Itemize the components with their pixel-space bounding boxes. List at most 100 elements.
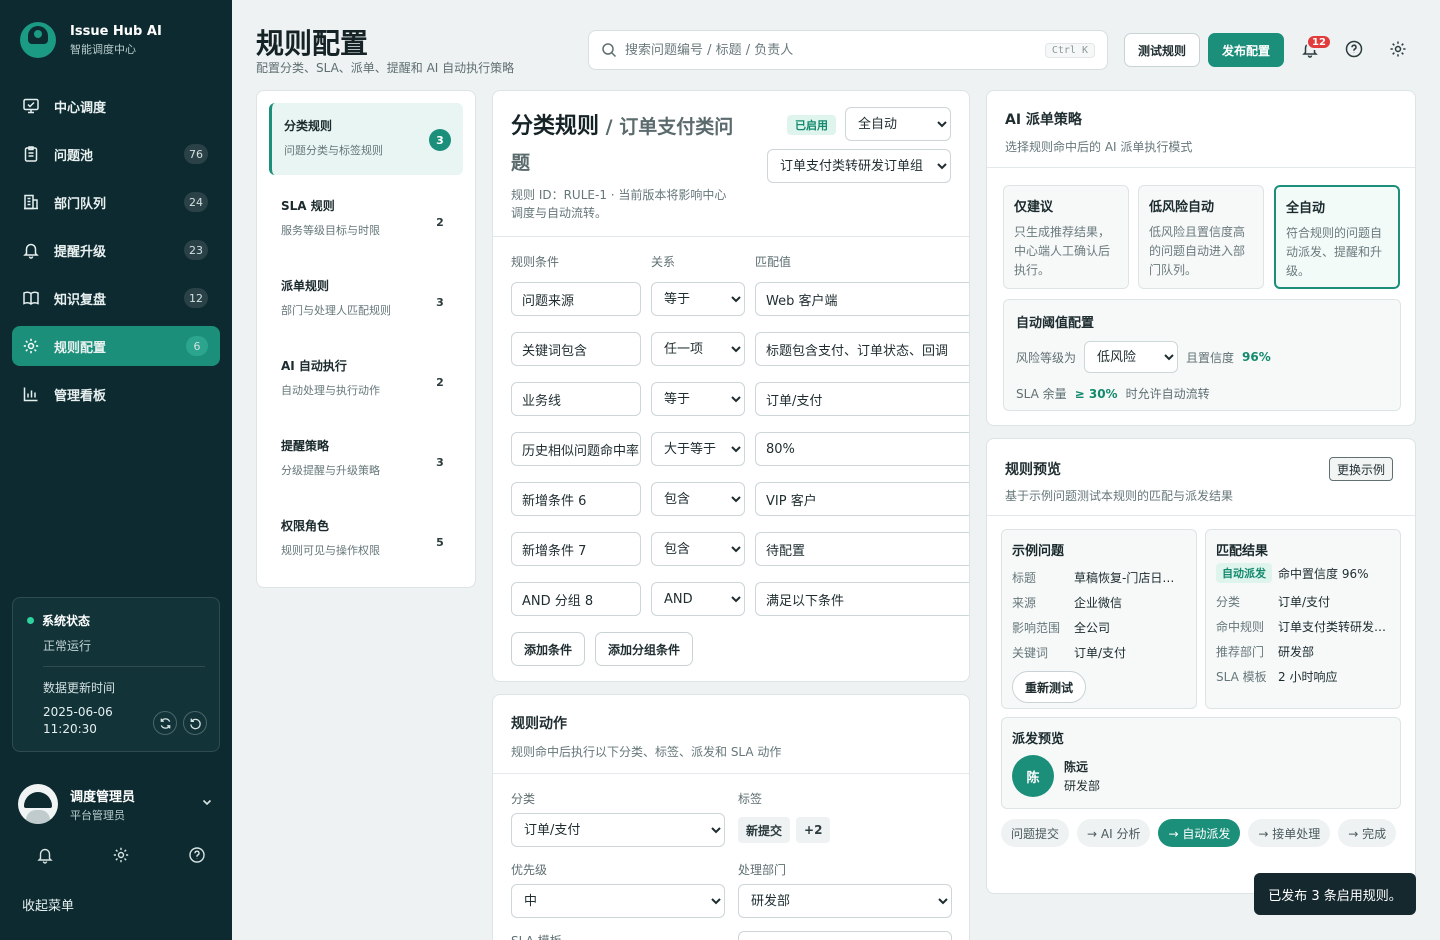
rule-category-title: SLA 规则 xyxy=(281,199,335,213)
match-confidence: 命中置信度 96% xyxy=(1278,566,1369,581)
nav-label: 问题池 xyxy=(54,148,94,164)
collapse-menu-button[interactable]: 收起菜单 xyxy=(22,895,74,914)
condition-relation-select[interactable]: 包含 xyxy=(651,482,745,516)
condition-value-input[interactable]: 标题包含支付、订单状态、回调 xyxy=(755,332,969,366)
risk-label: 风险等级为 xyxy=(1016,350,1077,365)
condition-value-input[interactable]: 订单/支付 xyxy=(755,382,969,416)
search-bar[interactable]: Ctrl K xyxy=(588,30,1108,70)
sla-template-select[interactable] xyxy=(738,931,952,940)
settings-button[interactable] xyxy=(1387,38,1409,60)
sample-field: 来源 企业微信 xyxy=(1012,590,1186,615)
condition-value-input[interactable]: 满足以下条件 xyxy=(755,582,969,616)
nav-item-dept-queue[interactable]: 部门队列 24 xyxy=(12,182,220,222)
mode-option-full-auto[interactable]: 全自动 符合规则的问题自动派发、提醒和升级。 xyxy=(1274,185,1400,289)
rule-category-ai-auto[interactable]: AI 自动执行 自动处理与执行动作 2 xyxy=(269,343,463,415)
add-group-condition-button[interactable]: 添加分组条件 xyxy=(595,632,694,666)
condition-field-input[interactable]: 业务线 xyxy=(511,382,641,416)
add-condition-button[interactable]: 添加条件 xyxy=(511,632,586,666)
search-input[interactable] xyxy=(625,42,1045,58)
rule-category-classification[interactable]: 分类规则 问题分类与标签规则 3 xyxy=(269,103,463,175)
test-rules-button[interactable]: 测试规则 xyxy=(1124,33,1200,67)
confidence-label: 且置信度 xyxy=(1186,350,1235,365)
condition-relation-select[interactable]: 大于等于 xyxy=(651,432,745,466)
sample-field: 标题 草稿恢复-门店日志异常 xyxy=(1012,565,1186,590)
condition-relation-select[interactable]: AND xyxy=(651,582,745,616)
condition-value-input[interactable]: 待配置 xyxy=(755,532,969,566)
help-button[interactable] xyxy=(1343,38,1365,60)
condition-field-input[interactable]: 新增条件 7 xyxy=(511,532,641,566)
user-role: 平台管理员 xyxy=(70,808,125,822)
nav-item-dispatch-center[interactable]: 中心调度 xyxy=(12,86,220,126)
condition-relation-select[interactable]: 等于 xyxy=(651,382,745,416)
field-key: 推荐部门 xyxy=(1216,645,1265,659)
priority-select[interactable]: 中 xyxy=(511,884,725,918)
rule-count-badge: 5 xyxy=(436,535,444,549)
brand-subtitle: 智能调度中心 xyxy=(70,42,136,56)
condition-field-input[interactable]: 关键词包含 xyxy=(511,332,641,366)
rule-category-sla[interactable]: SLA 规则 服务等级目标与时限 2 xyxy=(269,183,463,255)
change-sample-button[interactable]: 更换示例 xyxy=(1329,457,1394,481)
rule-category-title: AI 自动执行 xyxy=(281,359,347,373)
nav-item-knowledge-review[interactable]: 知识复盘 12 xyxy=(12,278,220,318)
refresh-button[interactable] xyxy=(153,711,177,735)
risk-level-select[interactable]: 低风险 xyxy=(1084,341,1179,373)
help-icon[interactable] xyxy=(188,846,206,868)
condition-value-input[interactable]: 80% xyxy=(755,432,969,466)
column-header-relation: 关系 xyxy=(651,255,676,269)
column-header-value: 匹配值 xyxy=(755,255,792,269)
nav-label: 管理看板 xyxy=(54,388,107,404)
priority-label: 优先级 xyxy=(511,863,548,877)
condition-row: 业务线 等于 订单/支付 xyxy=(511,382,969,416)
rule-category-dispatch[interactable]: 派单规则 部门与处理人匹配规则 3 xyxy=(269,263,463,335)
tag-more[interactable]: +2 xyxy=(796,817,831,843)
rule-category-permissions[interactable]: 权限角色 规则可见与操作权限 5 xyxy=(269,503,463,575)
field-value: 订单/支付 xyxy=(1074,646,1127,660)
department-select[interactable]: 研发部 xyxy=(738,884,952,918)
nav-item-rule-config[interactable]: 规则配置 6 xyxy=(12,326,220,366)
field-key: 影响范围 xyxy=(1012,621,1061,635)
avatar xyxy=(18,784,58,824)
column-header-condition: 规则条件 xyxy=(511,255,560,269)
flow-template-select[interactable]: 订单支付类转研发订单组 xyxy=(767,149,951,183)
field-value: 订单支付类转研发订单组 xyxy=(1278,620,1390,634)
rule-preview-title: 规则预览 xyxy=(1005,462,1061,478)
field-key: 命中规则 xyxy=(1216,620,1265,634)
mode-desc: 低风险且置信度高的问题自动进入部门队列。 xyxy=(1149,225,1246,277)
condition-relation-select[interactable]: 任一项 xyxy=(651,332,745,366)
condition-value-input[interactable]: VIP 客户 xyxy=(755,482,969,516)
mode-option-low-risk-auto[interactable]: 低风险自动 低风险且置信度高的问题自动进入部门队列。 xyxy=(1138,185,1264,289)
execution-mode-select[interactable]: 全自动 xyxy=(845,107,951,141)
tag[interactable]: 新提交 xyxy=(738,817,791,843)
condition-value-input[interactable]: Web 客户端 xyxy=(755,282,969,316)
retest-button[interactable]: 重新测试 xyxy=(1012,671,1087,703)
condition-relation-select[interactable]: 等于 xyxy=(651,282,745,316)
reset-button[interactable] xyxy=(183,711,207,735)
rule-category-reminder[interactable]: 提醒策略 分级提醒与升级策略 3 xyxy=(269,423,463,495)
condition-field-input[interactable]: 问题来源 xyxy=(511,282,641,316)
rule-category-desc: 分级提醒与升级策略 xyxy=(281,464,380,477)
chevron-down-icon[interactable] xyxy=(200,795,214,813)
updated-label: 数据更新时间 xyxy=(43,681,116,695)
rule-category-desc: 规则可见与操作权限 xyxy=(281,544,380,557)
condition-field-input[interactable]: 新增条件 6 xyxy=(511,482,641,516)
nav-item-issue-pool[interactable]: 问题池 76 xyxy=(12,134,220,174)
user-profile[interactable]: 调度管理员 平台管理员 xyxy=(18,784,214,824)
result-field: 命中规则订单支付类转研发订单组 xyxy=(1216,614,1390,639)
updated-time: 2025-06-06 11:20:30 xyxy=(43,705,113,736)
brand-name: Issue Hub AI xyxy=(70,23,162,39)
nav-item-alert-escalation[interactable]: 提醒升级 23 xyxy=(12,230,220,270)
gear-icon[interactable] xyxy=(112,846,130,868)
page-title: 规则配置 xyxy=(256,27,369,60)
sla-margin-suffix: 时允许自动流转 xyxy=(1125,387,1210,401)
condition-relation-select[interactable]: 包含 xyxy=(651,532,745,566)
publish-config-button[interactable]: 发布配置 xyxy=(1208,33,1284,67)
condition-field-input[interactable]: 历史相似问题命中率 xyxy=(511,432,641,466)
bell-icon[interactable] xyxy=(36,846,54,868)
confidence-value[interactable]: 96% xyxy=(1242,350,1271,364)
rule-count-badge: 2 xyxy=(436,215,444,229)
sla-margin-value[interactable]: ≥ 30% xyxy=(1075,387,1118,401)
category-select[interactable]: 订单/支付 xyxy=(511,813,725,847)
nav-item-dashboard[interactable]: 管理看板 xyxy=(12,374,220,414)
mode-option-suggest-only[interactable]: 仅建议 只生成推荐结果，中心端人工确认后执行。 xyxy=(1003,185,1129,289)
condition-field-input[interactable]: AND 分组 8 xyxy=(511,582,641,616)
